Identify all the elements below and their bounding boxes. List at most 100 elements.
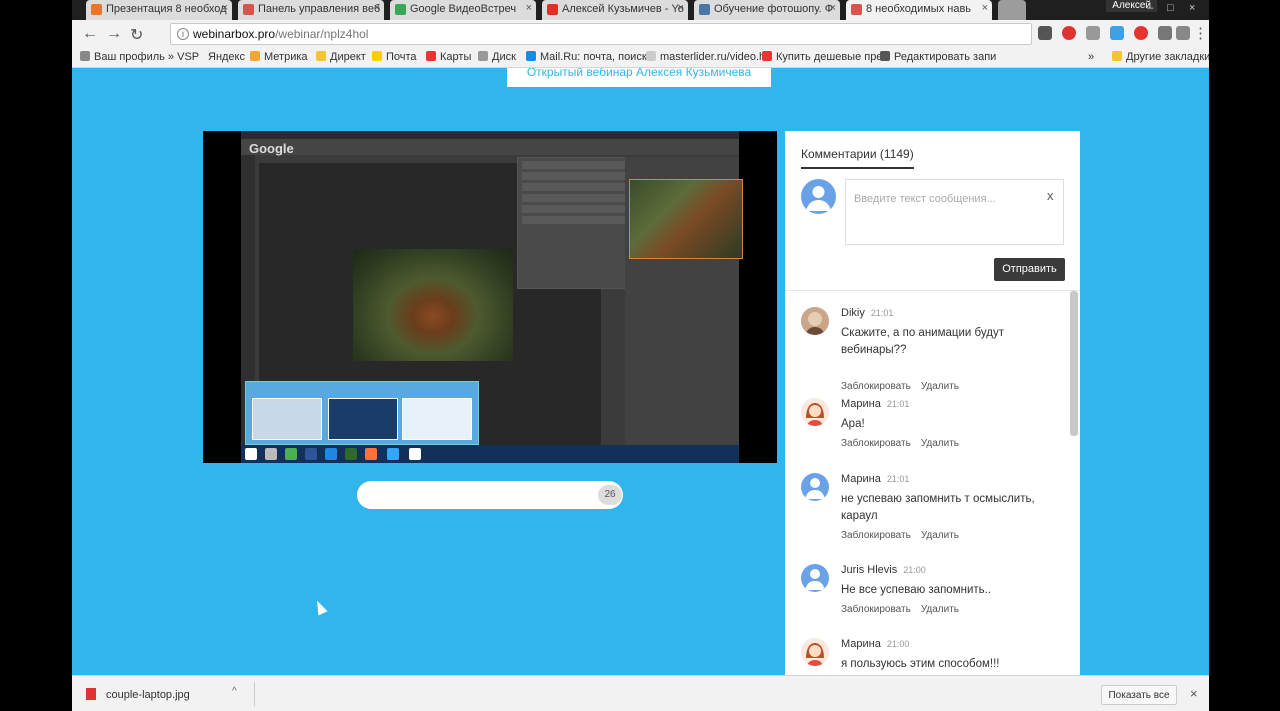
extension-icon[interactable] — [1086, 26, 1100, 40]
back-icon[interactable]: ← — [82, 25, 98, 43]
downloads-bar: couple-laptop.jpg ^ Показать все × — [72, 675, 1209, 711]
close-icon[interactable]: × — [678, 2, 684, 14]
info-icon[interactable]: i — [177, 28, 189, 40]
user-icon — [805, 478, 825, 499]
comment-text: Скажите, а по анимации будут вебинары?? — [841, 327, 1004, 356]
delete-link[interactable]: Удалить — [921, 530, 959, 541]
extension-icon[interactable] — [1176, 26, 1190, 40]
bookmarks-overflow-icon[interactable]: » — [1088, 51, 1094, 63]
extension-icon[interactable] — [1038, 26, 1052, 40]
bookmark-icon — [646, 51, 656, 61]
show-all-button[interactable]: Показать все — [1101, 685, 1177, 705]
download-item[interactable]: couple-laptop.jpg — [86, 688, 190, 701]
delete-link[interactable]: Удалить — [921, 438, 959, 449]
block-link[interactable]: Заблокировать — [841, 604, 911, 615]
bookmark-item[interactable]: Карты — [426, 51, 471, 63]
tab-3[interactable]: Google ВидеоВстреч × — [390, 0, 536, 20]
close-window-icon[interactable]: × — [1189, 2, 1195, 14]
cloud-icon[interactable] — [1110, 26, 1124, 40]
minimize-icon[interactable]: – — [1147, 2, 1153, 14]
close-icon[interactable]: × — [1190, 686, 1198, 701]
bookmark-item[interactable]: Почта — [372, 51, 417, 63]
menu-icon[interactable]: ⋮ — [1193, 24, 1208, 42]
comment-author: Марина 21:00 — [841, 638, 910, 650]
bookmark-icon — [372, 51, 382, 61]
firefox-icon — [365, 448, 377, 460]
video-player[interactable]: Google — [203, 131, 777, 463]
comment-text: Не все успеваю запомнить.. — [841, 584, 992, 596]
address-bar[interactable]: i webinarbox.pro/webinar/nplz4hol ☆ — [170, 23, 1124, 45]
other-bookmarks[interactable]: Другие закладки — [1112, 51, 1209, 63]
bookmark-item[interactable]: Яндекс — [208, 51, 245, 63]
comments-title[interactable]: Комментарии (1149) — [801, 147, 914, 169]
ok-share-button[interactable]: ok — [385, 483, 409, 507]
bookmark-item[interactable]: Купить дешевые пре — [762, 51, 882, 63]
tab-favicon — [851, 4, 862, 15]
new-tab-button[interactable] — [998, 0, 1026, 20]
tab-4[interactable]: Алексей Кузьмичев - Yo × — [542, 0, 688, 20]
extension-icon[interactable] — [1062, 26, 1076, 40]
avatar — [801, 638, 829, 666]
tab-1[interactable]: Презентация 8 необход × — [86, 0, 232, 20]
email-share-button[interactable]: ✉ — [515, 483, 539, 507]
comment-author: Dikiy 21:01 — [841, 307, 894, 319]
address-path: /webinar/nplz4hol — [275, 27, 369, 41]
taskbar-icon — [345, 448, 357, 460]
block-link[interactable]: Заблокировать — [841, 438, 911, 449]
close-icon[interactable]: × — [982, 2, 988, 14]
block-link[interactable]: Заблокировать — [841, 381, 911, 392]
close-icon[interactable]: × — [222, 2, 228, 14]
bookmark-item[interactable]: Mail.Ru: почта, поиск — [526, 51, 647, 63]
bookmark-item[interactable]: Редактировать запи — [880, 51, 996, 63]
bookmark-item[interactable]: masterlider.ru/video.h — [646, 51, 765, 63]
send-button[interactable]: Отправить — [994, 258, 1065, 281]
user-icon — [806, 186, 831, 211]
comments-panel: Комментарии (1149) Введите текст сообщен… — [785, 131, 1080, 675]
bookmarks-bar: Ваш профиль » VSP Яндекс Метрика Директ … — [72, 48, 1209, 68]
twitter-share-button[interactable]: t — [437, 483, 461, 507]
comment-input[interactable]: Введите текст сообщения... — [845, 179, 1064, 245]
bookmark-item[interactable]: Ваш профиль » VSP — [80, 51, 199, 63]
bookmark-item[interactable]: Директ — [316, 51, 366, 63]
file-icon — [86, 688, 96, 700]
tab-2[interactable]: Панель управления веб × — [238, 0, 384, 20]
chevron-up-icon[interactable]: ^ — [232, 686, 237, 697]
delete-link[interactable]: Удалить — [921, 381, 959, 392]
gplus-share-button[interactable]: g+ — [463, 483, 487, 507]
forward-icon[interactable]: → — [106, 25, 122, 43]
close-icon[interactable]: × — [526, 2, 532, 14]
browser-toolbar: ← → ↻ i webinarbox.pro/webinar/nplz4hol … — [72, 20, 1209, 48]
tab-6-active[interactable]: 8 необходимых навь × — [846, 0, 992, 20]
share-count: 26 — [598, 485, 622, 505]
vk-share-button[interactable]: В — [359, 483, 383, 507]
ps-menubar — [241, 131, 739, 139]
bookmark-item[interactable]: Диск — [478, 51, 516, 63]
block-link[interactable]: Заблокировать — [841, 530, 911, 541]
reload-icon[interactable]: ↻ — [130, 25, 143, 45]
comment-text: я пользуюсь этим способом!!! — [841, 658, 1000, 670]
clear-icon[interactable]: x — [1047, 188, 1054, 203]
more-share-button[interactable]: + — [567, 483, 591, 507]
maximize-icon[interactable]: □ — [1167, 2, 1174, 14]
comments-list[interactable]: Dikiy 21:01 Скажите, а по анимации будут … — [785, 291, 1080, 675]
tab-favicon — [243, 4, 254, 15]
print-share-button[interactable]: ⎙ — [541, 483, 565, 507]
comment-author: Марина 21:01 — [841, 473, 910, 485]
avatar — [801, 473, 829, 501]
extension-icon[interactable] — [1134, 26, 1148, 40]
google-logo: Google — [249, 141, 294, 156]
extension-icon[interactable] — [1158, 26, 1172, 40]
comment-actions: Заблокировать Удалить — [841, 438, 969, 449]
bookmark-item[interactable]: Метрика — [250, 51, 308, 63]
bookmark-icon — [250, 51, 260, 61]
tab-5[interactable]: Обучение фотошопу. Ф × — [694, 0, 840, 20]
word-icon — [305, 448, 317, 460]
close-icon[interactable]: × — [374, 2, 380, 14]
avatar-photo — [801, 307, 829, 335]
facebook-share-button[interactable]: f — [411, 483, 435, 507]
comments-scrollbar[interactable] — [1070, 291, 1078, 436]
delete-link[interactable]: Удалить — [921, 604, 959, 615]
mailru-share-button[interactable]: @ — [489, 483, 513, 507]
map-pin-icon — [426, 51, 436, 61]
close-icon[interactable]: × — [830, 2, 836, 14]
